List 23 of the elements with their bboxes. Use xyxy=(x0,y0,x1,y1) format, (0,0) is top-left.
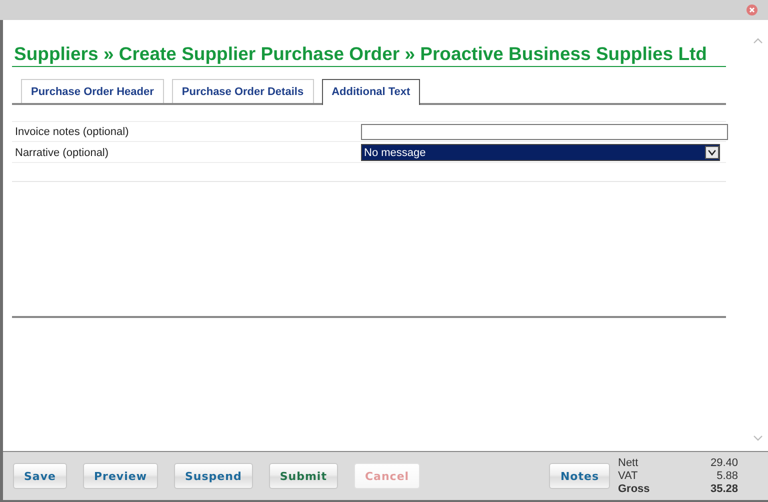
notes-button[interactable]: Notes xyxy=(549,463,610,489)
total-value: 35.28 xyxy=(709,483,738,495)
action-button[interactable]: Save xyxy=(13,463,67,489)
action-button[interactable]: Submit xyxy=(268,463,338,489)
action-button[interactable]: Preview xyxy=(82,463,158,489)
input-field[interactable] xyxy=(361,124,728,140)
scroll-up-icon[interactable] xyxy=(753,38,763,44)
page-title: Suppliers » Create Supplier Purchase Order » Proactive Business Supplies Ltd xyxy=(12,42,726,67)
total-label: Gross xyxy=(618,483,651,495)
scroll-down-icon[interactable] xyxy=(753,435,763,441)
dropdown[interactable]: No message xyxy=(361,144,720,161)
field-label: Narrative (optional) xyxy=(15,146,110,158)
total-value: 5.88 xyxy=(716,470,738,482)
caret-icon[interactable] xyxy=(705,146,719,159)
total-label: VAT xyxy=(618,470,639,482)
tab[interactable]: Purchase Order Details xyxy=(172,79,314,103)
total-label: Nett xyxy=(618,457,640,469)
action-button[interactable]: Suspend xyxy=(174,463,253,489)
tab[interactable]: Purchase Order Header xyxy=(21,79,164,103)
field-label: Invoice notes (optional) xyxy=(15,126,130,138)
total-value: 29.40 xyxy=(709,457,738,469)
tab[interactable]: Additional Text xyxy=(322,79,420,105)
close-icon[interactable] xyxy=(746,4,758,16)
